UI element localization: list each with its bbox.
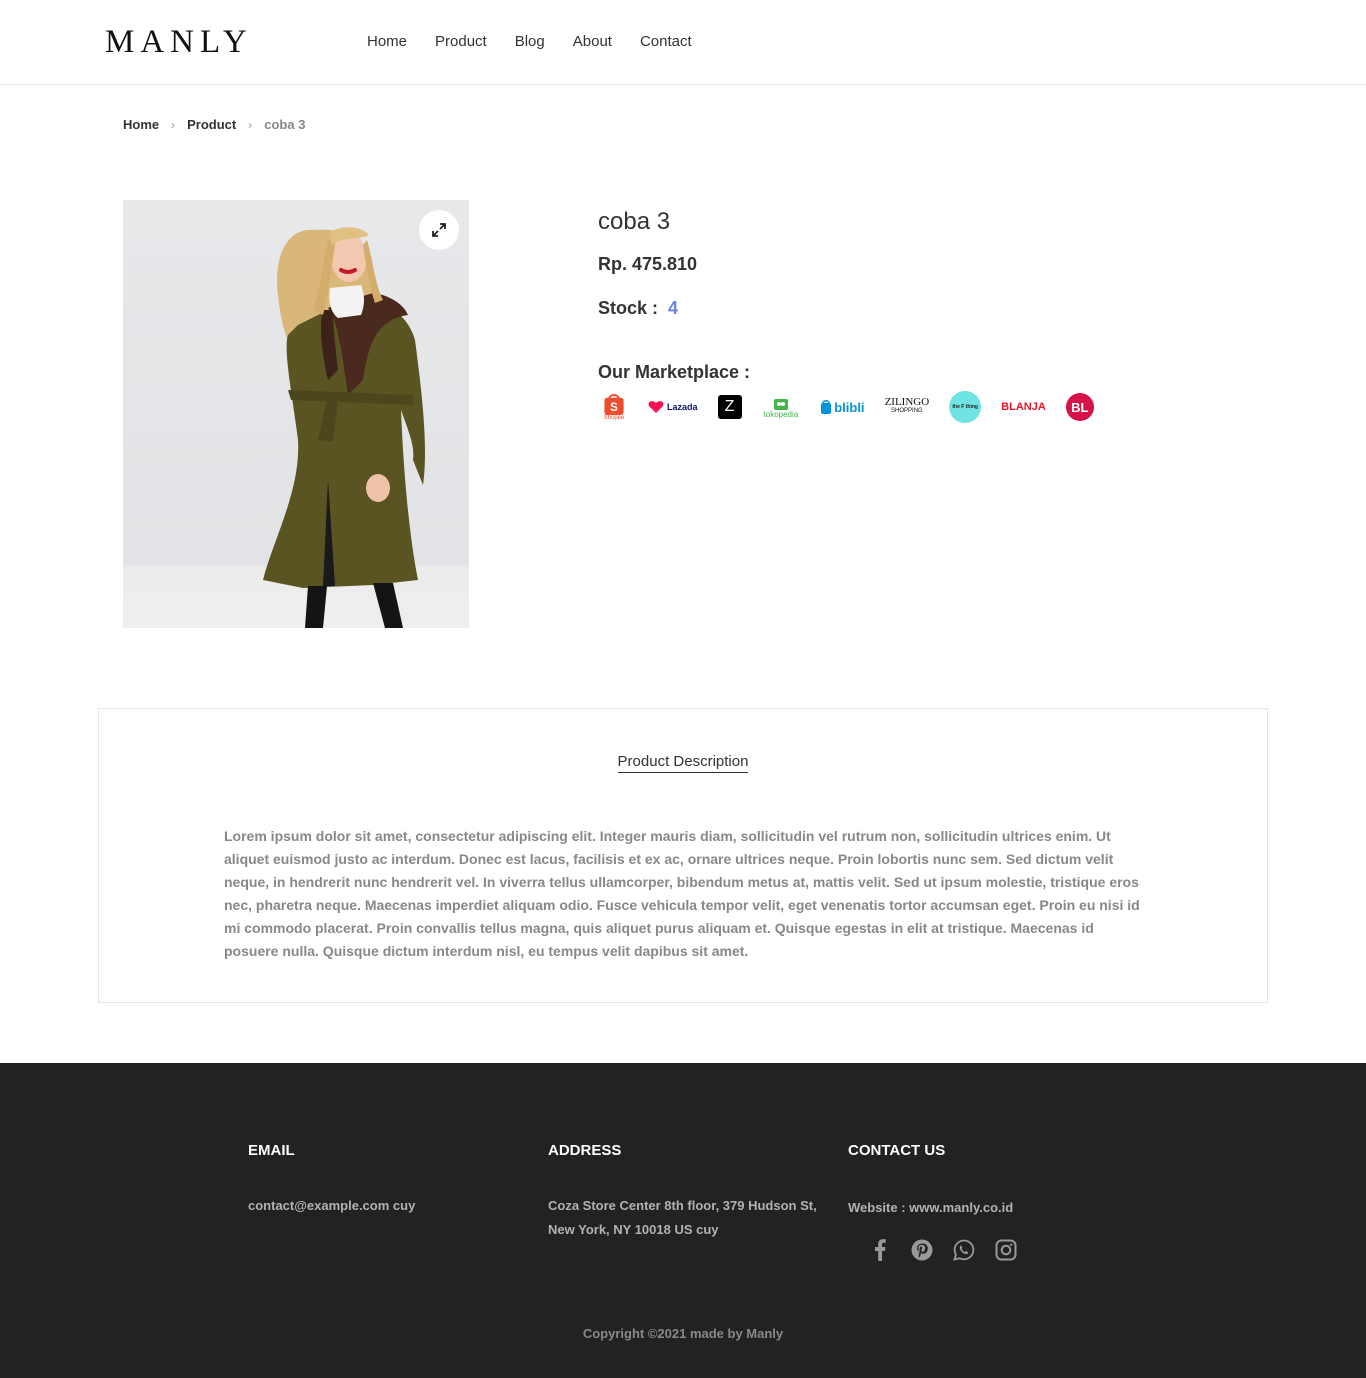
site-logo[interactable]: MANLY <box>105 22 253 62</box>
breadcrumb-product[interactable]: Product <box>187 116 236 134</box>
stock-value: 4 <box>668 298 679 318</box>
breadcrumb-current: coba 3 <box>264 117 306 132</box>
marketplace-title: Our Marketplace : <box>598 362 751 382</box>
product-info: coba 3 Rp. 475.810 Stock : 4 Our Marketp… <box>598 205 1198 424</box>
main-nav: Home Product Blog About Contact <box>367 32 720 52</box>
site-footer: EMAIL contact@example.com cuy ADDRESS Co… <box>0 1063 1366 1378</box>
bukalapak-icon[interactable]: BL <box>1065 393 1094 421</box>
whatsapp-icon[interactable] <box>952 1238 976 1262</box>
expand-icon <box>432 223 446 237</box>
description-text: Lorem ipsum dolor sit amet, consectetur … <box>224 828 1140 959</box>
breadcrumb: Home › Product › coba 3 <box>123 116 305 134</box>
footer-address-heading: ADDRESS <box>548 1142 622 1159</box>
social-links <box>848 1238 1118 1262</box>
footer-address: Coza Store Center 8th floor, 379 Hudson … <box>548 1198 817 1237</box>
svg-text:S: S <box>610 402 618 414</box>
pinterest-icon[interactable] <box>910 1238 934 1262</box>
nav-about[interactable]: About <box>573 32 612 52</box>
footer-email[interactable]: contact@example.com cuy <box>248 1194 508 1218</box>
footer-email-heading: EMAIL <box>248 1142 295 1159</box>
chevron-right-icon: › <box>248 118 253 132</box>
copyright: Copyright ©2021 made by Manly <box>582 1326 784 1341</box>
product-image[interactable] <box>123 200 469 628</box>
shopee-icon[interactable]: S Shopee <box>598 392 630 422</box>
nav-product[interactable]: Product <box>435 32 487 52</box>
product-description-panel: Product Description Lorem ipsum dolor si… <box>98 708 1268 1003</box>
nav-home[interactable]: Home <box>367 32 407 52</box>
footer-email-column: EMAIL contact@example.com cuy <box>248 1141 508 1218</box>
instagram-icon[interactable] <box>994 1238 1018 1262</box>
facebook-icon[interactable] <box>868 1238 892 1262</box>
site-header: MANLY Home Product Blog About Contact <box>0 0 1366 85</box>
tab-product-description[interactable]: Product Description <box>99 752 1267 773</box>
footer-address-column: ADDRESS Coza Store Center 8th floor, 379… <box>548 1141 818 1242</box>
zalora-icon[interactable]: Z <box>717 395 742 419</box>
tab-label: Product Description <box>617 753 749 773</box>
product-price: Rp. 475.810 <box>598 254 698 274</box>
nav-contact[interactable]: Contact <box>640 32 692 52</box>
tokopedia-icon[interactable]: tokopedia <box>764 392 798 422</box>
nav-blog[interactable]: Blog <box>515 32 545 52</box>
footer-contact-heading: CONTACT US <box>848 1142 946 1159</box>
marketplace-list: S Shopee Lazada Z tokopedia blibli ZILIN… <box>598 390 1198 424</box>
breadcrumb-home[interactable]: Home <box>123 116 159 134</box>
stock-row: Stock : 4 <box>598 296 1198 320</box>
stock-label: Stock : <box>598 298 659 318</box>
product-title: coba 3 <box>598 208 671 235</box>
blanja-icon[interactable]: BLANJA <box>1001 392 1046 422</box>
expand-image-button[interactable] <box>419 210 459 250</box>
zilingo-icon[interactable]: ZILINGO SHOPPING <box>885 392 930 422</box>
footer-contact-column: CONTACT US Website : www.manly.co.id <box>848 1141 1118 1262</box>
footer-website[interactable]: Website : www.manly.co.id <box>848 1196 1118 1220</box>
chevron-right-icon: › <box>171 118 176 132</box>
lazada-icon[interactable]: Lazada <box>648 392 698 422</box>
blibli-icon[interactable]: blibli <box>820 392 865 422</box>
thefthing-icon[interactable]: the F thing <box>949 391 982 423</box>
product-photo <box>263 227 426 628</box>
